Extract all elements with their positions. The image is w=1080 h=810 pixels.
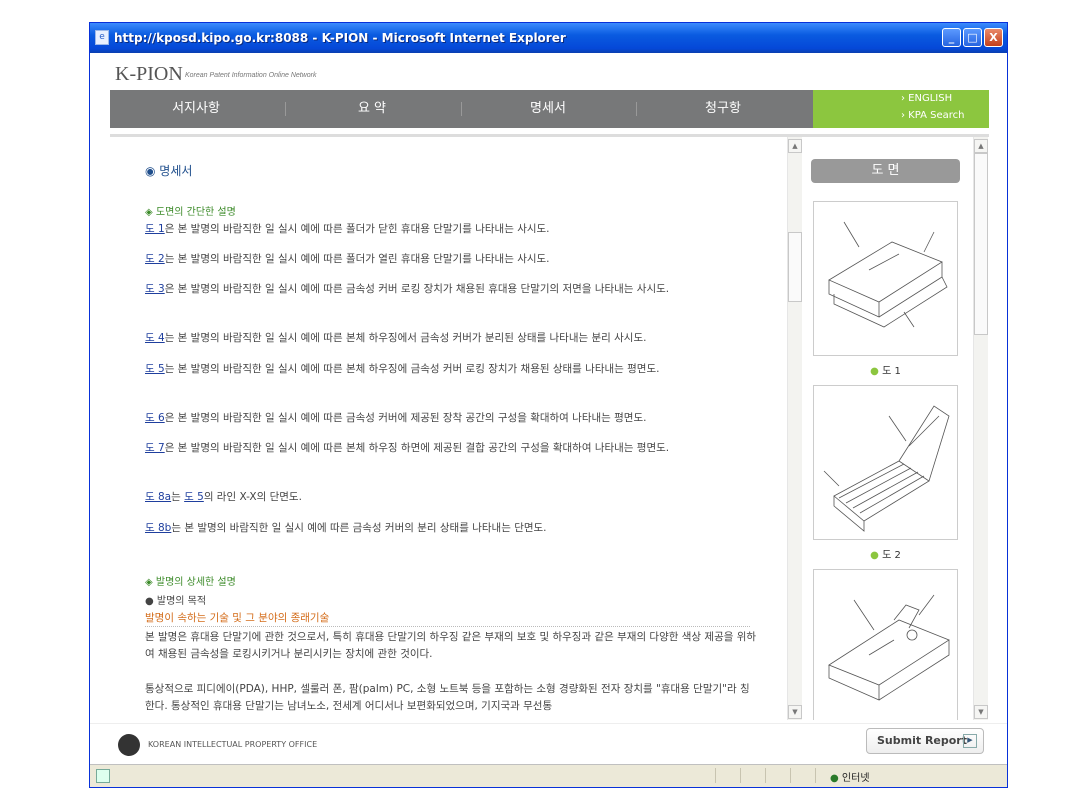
section-title: ◉ 명세서 bbox=[145, 164, 193, 178]
paragraph: 통상적으로 피디에이(PDA), HHP, 셀룰러 폰, 팜(palm) PC,… bbox=[145, 683, 750, 712]
scroll-down-arrow-icon[interactable]: ▼ bbox=[974, 705, 988, 719]
brief-description-heading: ◈ 도면의 간단한 설명 bbox=[145, 207, 236, 218]
content-area: ◉ 명세서 ◈ 도면의 간단한 설명 도 1은 본 발명의 바람직한 일 실시 … bbox=[110, 134, 989, 723]
drawings-button[interactable]: 도 면 bbox=[811, 159, 960, 183]
scroll-up-arrow-icon[interactable]: ▲ bbox=[974, 139, 988, 153]
detailed-description-heading: ◈ 발명의 상세한 설명 bbox=[145, 577, 236, 588]
site-header: K-PION Korean Patent Information Online … bbox=[90, 54, 1007, 90]
submit-report-button[interactable]: Submit Report ▶ bbox=[866, 728, 984, 754]
close-button[interactable]: X bbox=[984, 28, 1003, 47]
window-title: http://kposd.kipo.go.kr:8088 - K-PION - … bbox=[114, 31, 566, 45]
figure-link[interactable]: 도 3 bbox=[145, 283, 165, 295]
page-status-icon bbox=[96, 769, 110, 783]
figure-3-thumbnail[interactable] bbox=[813, 569, 958, 720]
status-cell bbox=[815, 768, 816, 783]
nav-tab-specification[interactable]: 명세서 bbox=[462, 90, 634, 128]
purpose-heading: ● 발명의 목적 bbox=[145, 596, 207, 607]
status-bar: ● 인터넷 bbox=[90, 764, 1007, 787]
figure-link[interactable]: 도 7 bbox=[145, 442, 165, 454]
status-cell bbox=[715, 768, 716, 783]
phone-closed-drawing bbox=[828, 221, 948, 328]
figure-description: 도 5는 본 발명의 바람직한 일 실시 예에 따른 본체 하우징에 금속성 커… bbox=[145, 363, 660, 375]
security-zone: ● 인터넷 bbox=[830, 773, 870, 784]
figure-link[interactable]: 도 5 bbox=[184, 491, 204, 503]
figure-link[interactable]: 도 5 bbox=[145, 363, 165, 375]
figure-link[interactable]: 도 4 bbox=[145, 332, 165, 344]
figure-description: 도 8b는 본 발명의 바람직한 일 실시 예에 따른 금속성 커버의 분리 상… bbox=[145, 522, 547, 534]
site-footer: KOREAN INTELLECTUAL PROPERTY OFFICE Subm… bbox=[90, 723, 1007, 764]
figure-description: 도 4는 본 발명의 바람직한 일 실시 예에 따른 본체 하우징에서 금속성 … bbox=[145, 332, 647, 344]
figure-2-caption: ● 도 2 bbox=[870, 550, 901, 561]
figure-description: 도 7은 본 발명의 바람직한 일 실시 예에 따른 본체 하우징 하면에 제공… bbox=[145, 442, 670, 454]
ie-page-icon: e bbox=[95, 30, 109, 45]
arrow-right-icon: ▶ bbox=[963, 734, 977, 748]
maximize-button[interactable]: □ bbox=[963, 28, 982, 47]
globe-icon: ● bbox=[830, 773, 839, 784]
phone-bottom-drawing bbox=[828, 594, 950, 701]
paragraph: 본 발명은 휴대용 단말기에 관한 것으로서, 특히 휴대용 단말기의 하우징 … bbox=[145, 631, 757, 660]
figure-link[interactable]: 도 6 bbox=[145, 412, 165, 424]
browser-window: e http://kposd.kipo.go.kr:8088 - K-PION … bbox=[89, 22, 1008, 788]
status-cell bbox=[765, 768, 766, 783]
figure-2-thumbnail[interactable] bbox=[813, 385, 958, 540]
specification-panel: ◉ 명세서 ◈ 도면의 간단한 설명 도 1은 본 발명의 바람직한 일 실시 … bbox=[110, 137, 800, 720]
figure-link[interactable]: 도 8a bbox=[145, 491, 171, 503]
figure-link[interactable]: 도 8b bbox=[145, 522, 171, 534]
english-link[interactable]: › ENGLISH bbox=[901, 93, 952, 104]
logo-subtitle: Korean Patent Information Online Network bbox=[185, 72, 317, 79]
scrollbar-thumb[interactable] bbox=[974, 153, 988, 335]
language-panel: › ENGLISH › KPA Search bbox=[813, 90, 989, 128]
figure-description: 도 2는 본 발명의 바람직한 일 실시 예에 따른 폴더가 열린 휴대용 단말… bbox=[145, 253, 550, 265]
figure-description: 도 6은 본 발명의 바람직한 일 실시 예에 따른 금속성 커버에 제공된 장… bbox=[145, 412, 647, 424]
status-cell bbox=[740, 768, 741, 783]
figure-1-thumbnail[interactable] bbox=[813, 201, 958, 356]
phone-open-drawing bbox=[823, 405, 950, 532]
figure-description: 도 1은 본 발명의 바람직한 일 실시 예에 따른 폴더가 닫힌 휴대용 단말… bbox=[145, 223, 550, 235]
nav-tab-abstract[interactable]: 요 약 bbox=[286, 90, 458, 128]
bullet-icon: ● bbox=[870, 366, 879, 377]
kipo-logo-icon bbox=[118, 734, 140, 756]
drawings-panel: 도 면 ● 도 1 ● 도 2 ▲ ▼ bbox=[800, 137, 989, 720]
title-bar[interactable]: e http://kposd.kipo.go.kr:8088 - K-PION … bbox=[90, 23, 1007, 53]
drawings-scrollbar[interactable]: ▲ ▼ bbox=[973, 137, 988, 720]
kpion-logo[interactable]: K-PION bbox=[115, 63, 183, 86]
figure-1-caption: ● 도 1 bbox=[870, 366, 901, 377]
kipo-name: KOREAN INTELLECTUAL PROPERTY OFFICE bbox=[148, 740, 318, 749]
kpa-search-link[interactable]: › KPA Search bbox=[901, 110, 965, 121]
nav-tab-claims[interactable]: 청구항 bbox=[637, 90, 809, 128]
minimize-button[interactable]: _ bbox=[942, 28, 961, 47]
figure-description: 도 8a는 도 5의 라인 X-X의 단면도. bbox=[145, 491, 302, 503]
figure-link[interactable]: 도 2 bbox=[145, 253, 165, 265]
figure-link[interactable]: 도 1 bbox=[145, 223, 165, 235]
figure-description: 도 3은 본 발명의 바람직한 일 실시 예에 따른 금속성 커버 로킹 장치가… bbox=[145, 283, 670, 295]
status-cell bbox=[790, 768, 791, 783]
main-nav: 서지사항 요 약 명세서 청구항 bbox=[110, 90, 813, 128]
field-heading: 발명이 속하는 기술 및 그 분야의 종래기술 bbox=[145, 610, 750, 627]
bullet-icon: ● bbox=[870, 550, 879, 561]
nav-tab-bibliographic[interactable]: 서지사항 bbox=[110, 90, 282, 128]
